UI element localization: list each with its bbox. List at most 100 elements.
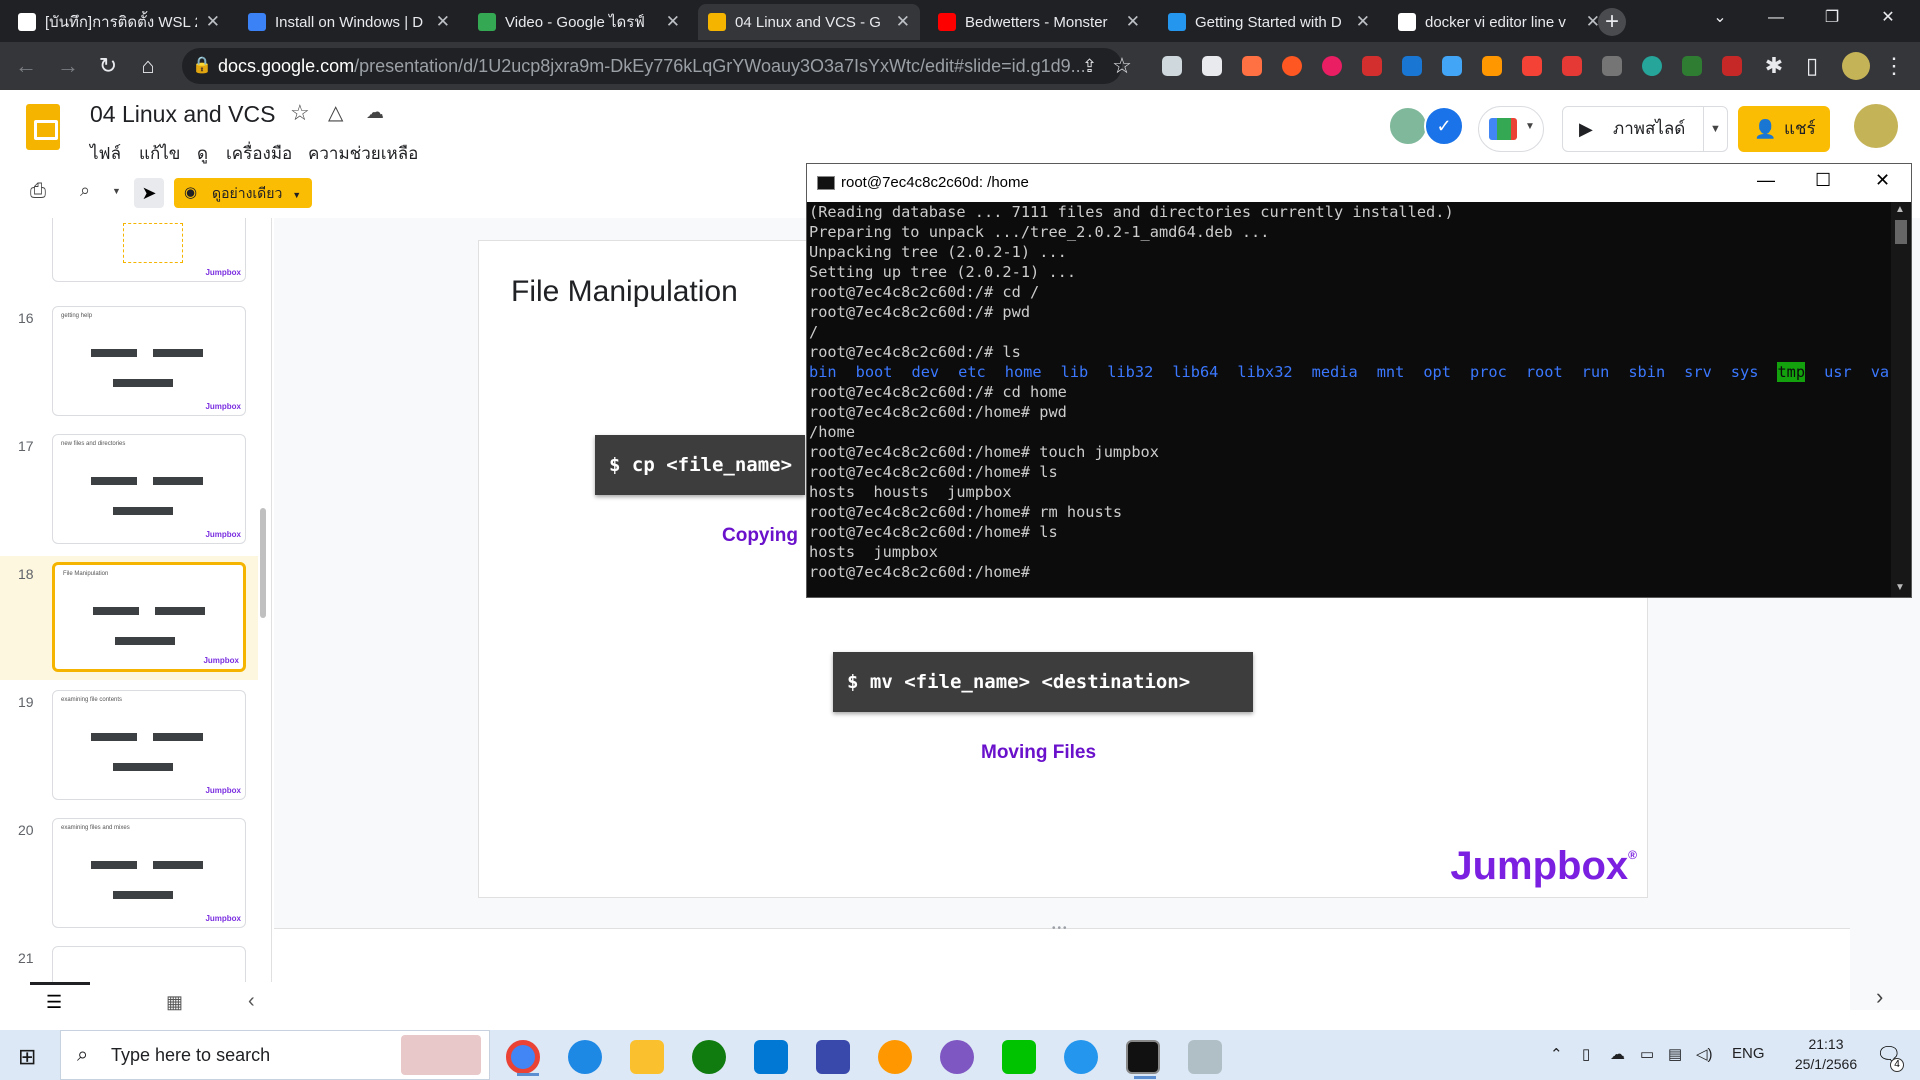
- slide-thumbnail[interactable]: getting help Jumpbox: [52, 306, 246, 416]
- new-tab-button[interactable]: +: [1598, 8, 1626, 36]
- menu-item[interactable]: ดู: [197, 140, 208, 167]
- document-title[interactable]: 04 Linux and VCS: [90, 101, 275, 128]
- extension-blue-icon[interactable]: [1402, 56, 1422, 76]
- star-icon[interactable]: ☆: [290, 100, 310, 126]
- view-mode-button[interactable]: ◉ ดูอย่างเดียว ▼: [174, 178, 312, 208]
- reload-icon[interactable]: ↻: [94, 52, 122, 80]
- language-indicator[interactable]: ENG: [1732, 1045, 1765, 1062]
- extension-green-icon[interactable]: [1682, 56, 1702, 76]
- notes-resize-handle[interactable]: •••: [1052, 923, 1069, 934]
- extension-download-icon[interactable]: [1442, 56, 1462, 76]
- browser-menu-icon[interactable]: ⋮: [1880, 52, 1908, 80]
- collaborator-avatar[interactable]: [1388, 106, 1428, 146]
- minimize-button[interactable]: —: [1748, 0, 1804, 36]
- edge-taskbar-icon[interactable]: [568, 1040, 602, 1074]
- terminal-minimize-button[interactable]: —: [1757, 170, 1775, 191]
- close-window-button[interactable]: ✕: [1860, 0, 1916, 36]
- terminal-titlebar[interactable]: root@7ec4c8c2c60d: /home — ☐ ✕: [807, 164, 1911, 202]
- extension-metamask-icon[interactable]: [1482, 56, 1502, 76]
- extension-key-icon[interactable]: [1522, 56, 1542, 76]
- mail-taskbar-icon[interactable]: [754, 1040, 788, 1074]
- list-view-icon[interactable]: ☰: [46, 992, 62, 1013]
- docker-taskbar-icon[interactable]: [1064, 1040, 1098, 1074]
- tab-close-icon[interactable]: ✕: [1356, 12, 1370, 32]
- forward-icon[interactable]: →: [54, 52, 82, 80]
- extension-red-icon[interactable]: [1362, 56, 1382, 76]
- tray-device-icon[interactable]: ▯: [1582, 1045, 1590, 1063]
- extension-firefox-icon[interactable]: [1282, 56, 1302, 76]
- terminal-output[interactable]: (Reading database ... 7111 files and dir…: [809, 202, 1889, 597]
- select-cursor-icon[interactable]: ➤: [134, 178, 164, 208]
- volume-icon[interactable]: ◁): [1696, 1045, 1713, 1063]
- profile-avatar[interactable]: [1842, 52, 1870, 80]
- speaker-notes[interactable]: •••: [274, 923, 1850, 1028]
- expand-side-panel-icon[interactable]: ›: [1876, 984, 1883, 1010]
- browser-tab[interactable]: Getting Started with D ✕: [1158, 4, 1380, 40]
- chrome-taskbar-icon[interactable]: [506, 1040, 540, 1076]
- present-button[interactable]: ▶ ภาพสไลด์: [1562, 106, 1704, 152]
- tab-close-icon[interactable]: ✕: [206, 12, 220, 32]
- extension-screen-icon[interactable]: [1202, 56, 1222, 76]
- maximize-button[interactable]: ❐: [1804, 0, 1860, 36]
- browser-tab[interactable]: docker vi editor line v ✕: [1388, 4, 1610, 40]
- tab-close-icon[interactable]: ✕: [436, 12, 450, 32]
- terminal-taskbar-icon[interactable]: [1126, 1040, 1160, 1079]
- extension-pink-icon[interactable]: [1322, 56, 1342, 76]
- extensions-puzzle-icon[interactable]: ✱: [1760, 52, 1788, 80]
- scroll-down-icon[interactable]: ▼: [1895, 582, 1905, 593]
- move-to-drive-icon[interactable]: △: [328, 100, 343, 125]
- grid-view-icon[interactable]: ▦: [166, 992, 183, 1013]
- browser-tab[interactable]: [บันทึก]การติดตั้ง WSL 2 ✕: [8, 4, 230, 40]
- slide-thumbnail[interactable]: examining files and mixes Jumpbox: [52, 818, 246, 928]
- tab-close-icon[interactable]: ✕: [1126, 12, 1140, 32]
- filmstrip-scrollbar[interactable]: [260, 508, 266, 618]
- terminal-window[interactable]: root@7ec4c8c2c60d: /home — ☐ ✕ (Reading …: [806, 163, 1912, 598]
- home-icon[interactable]: ⌂: [134, 52, 162, 80]
- discord-taskbar-icon[interactable]: [940, 1040, 974, 1074]
- slide-thumbnail[interactable]: examining file contents Jumpbox: [52, 690, 246, 800]
- tab-close-icon[interactable]: ✕: [666, 12, 680, 32]
- terminal-maximize-button[interactable]: ☐: [1815, 170, 1831, 191]
- app-c-taskbar-icon[interactable]: [878, 1040, 912, 1074]
- extension-lastpass-icon[interactable]: [1562, 56, 1582, 76]
- share-button[interactable]: 👤 แชร์: [1738, 106, 1830, 152]
- taskbar-search-box[interactable]: ⌕ Type here to search: [60, 1030, 490, 1080]
- tab-search-button[interactable]: ⌄: [1692, 0, 1748, 36]
- collaborator-avatar[interactable]: ✓: [1424, 106, 1464, 146]
- browser-tab[interactable]: Video - Google ไดรฟ์ ✕: [468, 4, 690, 40]
- zoom-icon[interactable]: ⌕: [80, 180, 90, 201]
- print-icon[interactable]: ⎙: [30, 180, 46, 203]
- meet-button[interactable]: ▼: [1478, 106, 1544, 152]
- share-page-icon[interactable]: ⇪: [1082, 48, 1097, 84]
- paint-taskbar-icon[interactable]: [1188, 1040, 1222, 1074]
- terminal-scrollbar[interactable]: ▲ ▼: [1891, 202, 1911, 597]
- onedrive-icon[interactable]: ☁: [1610, 1045, 1625, 1063]
- scroll-thumb[interactable]: [1895, 220, 1907, 244]
- scroll-up-icon[interactable]: ▲: [1895, 204, 1905, 215]
- windows-start-icon[interactable]: ⊞: [18, 1044, 36, 1070]
- collapse-panel-icon[interactable]: ‹: [248, 990, 255, 1013]
- extension-ublock-icon[interactable]: [1242, 56, 1262, 76]
- present-dropdown-button[interactable]: ▼: [1704, 106, 1728, 152]
- menu-item[interactable]: แก้ไข: [139, 140, 180, 167]
- tray-chevron-icon[interactable]: ⌃: [1550, 1045, 1563, 1063]
- browser-tab[interactable]: 04 Linux and VCS - G ✕: [698, 4, 920, 40]
- account-avatar[interactable]: [1854, 104, 1898, 148]
- battery-icon[interactable]: ▭: [1640, 1045, 1654, 1063]
- extension-globe-icon[interactable]: [1642, 56, 1662, 76]
- menu-item[interactable]: ไฟล์: [90, 140, 121, 167]
- network-icon[interactable]: ▤: [1668, 1045, 1682, 1063]
- menu-item[interactable]: เครื่องมือ: [226, 140, 292, 167]
- brave-shield-icon[interactable]: [1162, 56, 1182, 76]
- side-panel-icon[interactable]: ▯: [1798, 52, 1826, 80]
- extension-arrow-icon[interactable]: [1602, 56, 1622, 76]
- slide-thumbnail[interactable]: Jumpbox: [52, 218, 246, 282]
- address-bar[interactable]: 🔒 docs.google.com/presentation/d/1U2ucp8…: [182, 48, 1122, 84]
- browser-tab[interactable]: Bedwetters - Monster ✕: [928, 4, 1150, 40]
- chevron-down-icon[interactable]: ▼: [112, 186, 121, 196]
- slides-logo-icon[interactable]: [26, 104, 60, 150]
- bookmark-star-icon[interactable]: ☆: [1108, 52, 1136, 80]
- browser-tab[interactable]: Install on Windows | D ✕: [238, 4, 460, 40]
- line-taskbar-icon[interactable]: [1002, 1040, 1036, 1074]
- terminal-close-button[interactable]: ✕: [1875, 170, 1890, 191]
